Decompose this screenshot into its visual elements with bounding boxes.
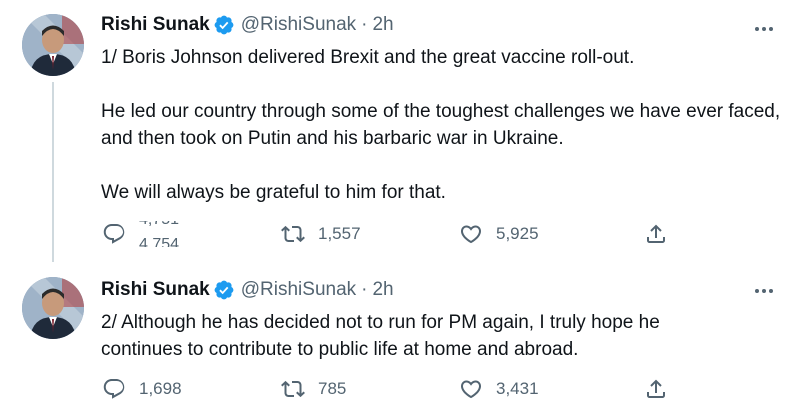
share-icon [644,222,668,246]
reply-count: 1,698 [139,379,182,398]
tweet-2[interactable]: Rishi Sunak @RishiSunak · 2h 2/ Although… [0,262,801,419]
separator-dot: · [361,14,368,35]
like-icon [459,222,483,246]
reply-count-rolling: 4,751 4,754 [139,221,183,247]
tweet-paragraph: 1/ Boris Johnson delivered Brexit and th… [101,47,635,68]
like-icon [459,377,483,401]
tweet-actions: 4,751 4,754 1,557 5,925 [101,221,681,247]
tweet-1[interactable]: Rishi Sunak @RishiSunak · 2h 1/ Boris Jo… [0,0,801,262]
tweet-text: 1/ Boris Johnson delivered Brexit and th… [101,44,781,206]
like-button[interactable]: 5,925 [459,221,539,247]
retweet-count: 785 [318,379,347,398]
reply-count-previous: 4,751 [139,221,179,229]
tweet-header: Rishi Sunak @RishiSunak · 2h [101,14,394,36]
reply-icon [102,222,126,246]
like-count: 5,925 [496,224,539,243]
share-icon [644,377,668,401]
retweet-button[interactable]: 1,557 [281,221,361,247]
reply-icon [102,377,126,401]
reply-count: 4,754 [139,236,180,247]
tweet-actions: 1,698 785 3,431 [101,376,681,402]
retweet-button[interactable]: 785 [281,376,346,402]
tweet-paragraph: 2/ Although he has decided not to run fo… [101,312,660,360]
author-handle[interactable]: @RishiSunak [241,279,356,301]
tweet-paragraph: He led our country through some of the t… [101,101,781,149]
author-name[interactable]: Rishi Sunak [101,14,210,36]
retweet-icon [281,222,305,246]
like-button[interactable]: 3,431 [459,376,539,402]
tweet-paragraph: We will always be grateful to him for th… [101,182,446,203]
share-button[interactable] [644,221,668,247]
retweet-icon [281,377,305,401]
reply-button[interactable]: 1,698 [102,376,182,402]
verified-badge-icon [213,279,235,301]
tweet-text: 2/ Although he has decided not to run fo… [101,309,721,363]
more-icon[interactable] [752,17,776,41]
tweet-header: Rishi Sunak @RishiSunak · 2h [101,279,394,301]
reply-button[interactable]: 4,751 4,754 [102,221,183,247]
thread-connector-line [52,82,54,262]
separator-dot: · [361,279,368,300]
avatar[interactable] [22,277,84,339]
timestamp[interactable]: 2h [372,279,393,301]
share-button[interactable] [644,376,668,402]
author-name[interactable]: Rishi Sunak [101,279,210,301]
like-count: 3,431 [496,379,539,398]
retweet-count: 1,557 [318,224,361,243]
author-handle[interactable]: @RishiSunak [241,14,356,36]
avatar[interactable] [22,14,84,76]
verified-badge-icon [213,14,235,36]
more-icon[interactable] [752,279,776,303]
timestamp[interactable]: 2h [372,14,393,36]
